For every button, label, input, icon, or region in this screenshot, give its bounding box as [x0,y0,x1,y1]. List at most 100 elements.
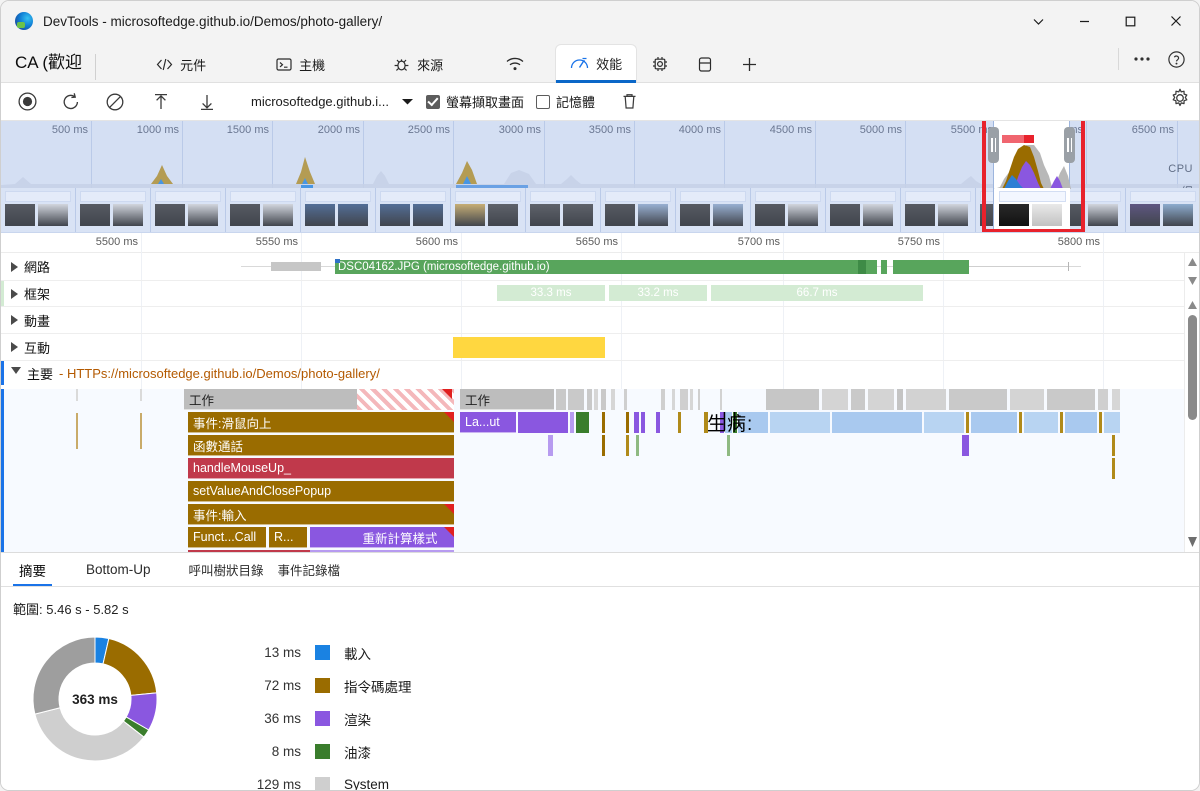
reload-record-icon[interactable] [55,87,87,117]
flame-bar-purple[interactable] [518,412,568,433]
flame-bar-group-right[interactable] [720,389,722,410]
flame-bar-group-right[interactable] [1010,389,1044,410]
overview-selection-window[interactable] [993,121,1070,232]
expand-triangle-icon[interactable] [11,315,18,325]
download-profile-icon[interactable] [191,87,223,117]
track-network-head[interactable]: 網路 [1,253,50,280]
overview-left-handle[interactable] [988,127,999,163]
flame-bar-group-right[interactable] [624,389,627,410]
track-interactions-head[interactable]: 互動 [1,334,50,360]
tab-summary[interactable]: 摘要 [5,553,60,586]
flame-bar-handle-mouse-up[interactable]: handleMouseUp_ [188,458,454,479]
flame-bar-gold[interactable] [626,412,629,433]
flame-bar-group-right[interactable] [680,389,688,410]
interaction-bar[interactable] [453,337,605,358]
flame-bar-group-right[interactable] [672,389,675,410]
flame-bar-gold[interactable] [602,412,605,433]
main-flame-canvas[interactable]: 工作 工作 [1,389,1185,552]
flame-bar-group-right[interactable] [766,389,819,410]
expand-triangle-icon[interactable] [11,342,18,352]
flame-bar-task[interactable]: 工作 [460,389,554,410]
memory-checkbox-box[interactable] [536,95,550,109]
expand-triangle-icon[interactable] [11,262,18,272]
track-interactions[interactable]: 互動 [1,334,1199,361]
minimize-icon[interactable] [1061,1,1107,41]
tab-add-panel[interactable] [727,46,772,82]
donut-slice[interactable] [33,637,95,714]
flame-bar-purple[interactable] [548,435,553,456]
flame-bar-green[interactable] [727,435,730,456]
flame-bar-group-right[interactable] [1098,389,1108,410]
flame-bar-group-right[interactable] [1047,389,1095,410]
screenshots-checkbox[interactable]: 螢幕擷取畫面 [426,92,524,111]
flame-bar-event-input[interactable]: 事件:輸入 [188,504,454,525]
flame-bar-blue[interactable] [1104,412,1120,433]
flame-bar-function-call-short[interactable]: Funct...Call [188,527,266,548]
expand-triangle-icon[interactable] [11,289,18,299]
flame-bar-group-right[interactable] [587,389,592,410]
flame-bar-purple[interactable] [641,412,645,433]
tab-sources[interactable]: 來源 [379,46,457,82]
flame-bar-blue[interactable] [770,412,830,433]
flame-bar-purple[interactable] [656,412,660,433]
flame-bar-gold[interactable] [678,412,681,433]
flame-bar-gold[interactable] [1019,412,1022,433]
tab-application[interactable] [683,46,727,82]
caret-down-icon[interactable] [401,93,414,111]
flame-bar-layout[interactable]: La...ut [460,412,516,433]
flame-bar-gold[interactable] [966,412,969,433]
flame-bar-group-right[interactable] [594,389,598,410]
close-icon[interactable] [1153,1,1199,41]
tab-network[interactable] [491,46,539,82]
flame-vertical-scrollbar[interactable] [1184,253,1199,552]
summary-donut-chart[interactable]: 363 ms [7,624,187,774]
flame-bar-group-right[interactable] [1112,389,1120,410]
flame-bar-group-right[interactable] [661,389,665,410]
flame-bar-purple[interactable] [570,412,574,433]
tab-elements[interactable]: 元件 [142,46,220,82]
flame-bar-set-value-close-popup[interactable]: setValueAndClosePopup [188,481,454,502]
legend-row[interactable]: 129 msSystem [239,768,412,791]
track-animations-head[interactable]: 動畫 [1,307,50,333]
flame-bar-blue[interactable] [1065,412,1097,433]
track-main[interactable]: 主要 - HTTPs://microsoftedge.github.io/Dem… [1,361,1199,385]
flame-bar-group-right[interactable] [690,389,693,410]
flame-bar-blue[interactable] [924,412,964,433]
flame-bar-group-right[interactable] [906,389,946,410]
flame-bar-group-right[interactable] [822,389,848,410]
track-main-head[interactable]: 主要 - HTTPs://microsoftedge.github.io/Dem… [1,361,380,385]
flame-bar-group-right[interactable] [698,389,700,410]
flame-ruler[interactable]: 5500 ms5550 ms5600 ms5650 ms5700 ms5750 … [1,233,1199,253]
timeline-overview[interactable]: 500 ms1000 ms1500 ms2000 ms2500 ms3000 m… [1,121,1199,233]
flame-bar-gold[interactable] [1060,412,1063,433]
flame-bar-group-right[interactable] [568,389,584,410]
more-options-icon[interactable] [1125,44,1159,74]
flame-bar-group-right[interactable] [611,389,615,410]
timeline-flame-chart[interactable]: 5500 ms5550 ms5600 ms5650 ms5700 ms5750 … [1,233,1199,553]
flame-bar-group-right[interactable] [949,389,1007,410]
flame-bar-task-warning[interactable] [357,389,454,410]
profile-url-label[interactable]: microsoftedge.github.i... [243,94,397,109]
frame-bar[interactable]: 33.2 ms [609,285,709,301]
frame-bar[interactable]: 33.3 ms [497,285,607,301]
tab-bottom-up[interactable]: Bottom-Up [72,553,165,586]
flame-bar-blue[interactable] [971,412,1017,433]
flame-bar-purple[interactable] [962,435,969,456]
welcome-label[interactable]: CA (歡迎 [1,48,96,82]
memory-checkbox[interactable]: 記憶體 [536,92,595,111]
collapse-triangle-icon[interactable] [11,367,21,379]
scrollbar-thumb[interactable] [1188,315,1197,420]
record-circle-icon[interactable] [11,87,43,117]
flame-bar-gold[interactable] [1112,458,1115,479]
delete-trash-icon[interactable] [613,87,645,117]
tab-call-tree[interactable]: 呼叫樹狀目錄 [175,553,278,586]
track-network[interactable]: 網路 DSC04162.JPG (microsoftedge.github.io… [1,253,1199,281]
flame-bar-event-mouseup[interactable]: 事件:滑鼠向上 [188,412,454,433]
flame-bar-gold[interactable] [626,435,629,456]
track-frames-head[interactable]: 框架 [1,281,50,306]
clear-prohibited-icon[interactable] [99,87,131,117]
flame-bar-group-right[interactable] [868,389,894,410]
track-frames[interactable]: 框架 33.3 ms 33.2 ms 66.7 ms [1,281,1199,307]
maximize-icon[interactable] [1107,1,1153,41]
screenshots-checkbox-box[interactable] [426,95,440,109]
